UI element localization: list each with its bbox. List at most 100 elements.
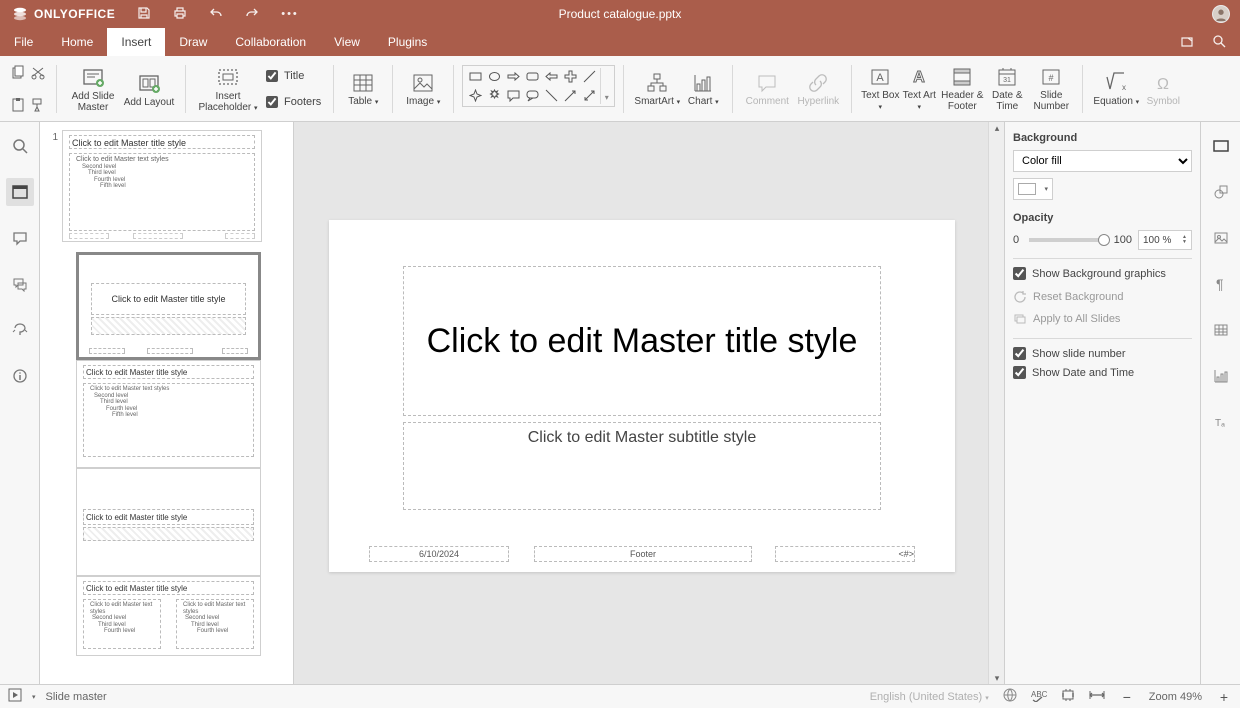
table-settings-icon[interactable]: [1207, 316, 1235, 344]
thumb-master-title: Click to edit Master title style: [69, 135, 255, 149]
main-area: 1 Click to edit Master title style Click…: [0, 122, 1240, 684]
copy-icon[interactable]: [8, 63, 28, 83]
more-icon[interactable]: •••: [281, 8, 299, 20]
master-thumb[interactable]: Click to edit Master title style Click t…: [62, 130, 262, 242]
cut-icon[interactable]: [28, 63, 48, 83]
chart-settings-icon[interactable]: [1207, 362, 1235, 390]
master-subtitle-placeholder[interactable]: Click to edit Master subtitle style: [403, 422, 881, 510]
shape-line-arrow-icon[interactable]: [562, 87, 579, 104]
fit-slide-icon[interactable]: [1061, 688, 1075, 705]
zoom-out-button[interactable]: −: [1119, 689, 1135, 705]
image-button[interactable]: Image ▾: [401, 59, 445, 119]
layout-thumb-3[interactable]: Click to edit Master title style: [76, 468, 261, 576]
menu-plugins[interactable]: Plugins: [374, 28, 441, 56]
title-checkbox[interactable]: Title: [266, 70, 321, 82]
save-icon[interactable]: [137, 6, 151, 23]
slider-knob[interactable]: [1098, 234, 1110, 246]
slidenum-placeholder[interactable]: <#>: [775, 546, 915, 562]
format-painter-icon[interactable]: [28, 95, 48, 115]
footer-placeholder[interactable]: Footer: [534, 546, 752, 562]
play-menu-icon[interactable]: ▾: [32, 693, 36, 701]
scroll-down-icon[interactable]: ▾: [991, 672, 1003, 684]
shape-plus-icon[interactable]: [562, 68, 579, 85]
add-slide-master-button[interactable]: Add Slide Master: [65, 59, 121, 119]
date-time-button[interactable]: 31 Date & Time: [986, 59, 1028, 119]
slide-number-button[interactable]: # Slide Number: [1028, 59, 1074, 119]
master-title-placeholder[interactable]: Click to edit Master title style: [403, 266, 881, 416]
zoom-in-button[interactable]: +: [1216, 689, 1232, 705]
shape-line-icon[interactable]: [581, 68, 598, 85]
shape-callout-round-icon[interactable]: [524, 87, 541, 104]
props-header: Background: [1013, 132, 1192, 144]
language-select[interactable]: English (United States) ▾: [870, 691, 989, 703]
shape-star-burst-icon[interactable]: [486, 87, 503, 104]
menu-view[interactable]: View: [320, 28, 374, 56]
scroll-up-icon[interactable]: ▴: [991, 122, 1003, 134]
text-art-button[interactable]: A Text Art ▾: [900, 59, 938, 119]
opacity-spinner[interactable]: 100 % ▲▼: [1138, 230, 1192, 250]
header-footer-button[interactable]: Header & Footer: [938, 59, 986, 119]
opacity-slider[interactable]: [1029, 238, 1104, 242]
menu-insert[interactable]: Insert: [107, 28, 165, 56]
slide-canvas[interactable]: Click to edit Master title style Click t…: [329, 220, 955, 572]
shape-ellipse-icon[interactable]: [486, 68, 503, 85]
slide-thumbnails-panel[interactable]: 1 Click to edit Master title style Click…: [40, 122, 294, 684]
date-placeholder[interactable]: 6/10/2024: [369, 546, 509, 562]
equation-button[interactable]: x Equation ▾: [1091, 59, 1141, 119]
find-icon[interactable]: [6, 132, 34, 160]
comments-icon[interactable]: [6, 224, 34, 252]
shape-line2-icon[interactable]: [543, 87, 560, 104]
zoom-label[interactable]: Zoom 49%: [1149, 691, 1202, 703]
show-date-time-checkbox[interactable]: Show Date and Time: [1013, 366, 1192, 379]
shape-line-double-arrow-icon[interactable]: [581, 87, 598, 104]
spellcheck-icon[interactable]: ABC: [1031, 688, 1047, 705]
footers-checkbox[interactable]: Footers: [266, 96, 321, 108]
shape-star4-icon[interactable]: [467, 87, 484, 104]
layout-thumb-1[interactable]: Click to edit Master title style: [76, 252, 261, 360]
shape-arrow-left-icon[interactable]: [543, 68, 560, 85]
show-bg-graphics-checkbox[interactable]: Show Background graphics: [1013, 267, 1192, 280]
table-button[interactable]: Table ▾: [342, 59, 384, 119]
fill-color-button[interactable]: ▾: [1013, 178, 1053, 200]
menu-draw[interactable]: Draw: [165, 28, 221, 56]
shapes-expand-icon[interactable]: ▾: [600, 68, 612, 104]
play-button[interactable]: [8, 688, 22, 705]
image-settings-icon[interactable]: [1207, 224, 1235, 252]
add-layout-button[interactable]: Add Layout: [121, 59, 177, 119]
shape-roundrect-icon[interactable]: [524, 68, 541, 85]
smartart-button[interactable]: SmartArt ▾: [632, 59, 682, 119]
about-icon[interactable]: [6, 362, 34, 390]
undo-icon[interactable]: [209, 6, 223, 23]
paste-icon[interactable]: [8, 95, 28, 115]
fill-type-select[interactable]: Color fill: [1013, 150, 1192, 172]
chart-button[interactable]: Chart ▾: [682, 59, 724, 119]
show-slide-number-checkbox[interactable]: Show slide number: [1013, 347, 1192, 360]
chat-icon[interactable]: [6, 270, 34, 298]
redo-icon[interactable]: [245, 6, 259, 23]
vertical-scrollbar[interactable]: ▴ ▾: [988, 122, 1004, 684]
print-icon[interactable]: [173, 6, 187, 23]
feedback-icon[interactable]: [6, 316, 34, 344]
shape-callout-icon[interactable]: [505, 87, 522, 104]
paragraph-settings-icon[interactable]: ¶: [1207, 270, 1235, 298]
shapes-gallery[interactable]: ▾: [462, 59, 615, 119]
textart-settings-icon[interactable]: Tₐ: [1207, 408, 1235, 436]
menu-file[interactable]: File: [0, 28, 47, 56]
slides-panel-icon[interactable]: [6, 178, 34, 206]
shape-rect-icon[interactable]: [467, 68, 484, 85]
shape-settings-icon[interactable]: [1207, 178, 1235, 206]
editor-canvas-area[interactable]: Click to edit Master title style Click t…: [294, 122, 1004, 684]
layout-thumb-4[interactable]: Click to edit Master title style Click t…: [76, 576, 261, 656]
menu-collaboration[interactable]: Collaboration: [221, 28, 320, 56]
menu-home[interactable]: Home: [47, 28, 107, 56]
open-location-icon[interactable]: [1180, 34, 1194, 51]
fit-width-icon[interactable]: [1089, 688, 1105, 705]
slide-settings-icon[interactable]: [1207, 132, 1235, 160]
text-box-button[interactable]: A Text Box ▾: [860, 59, 900, 119]
insert-placeholder-button[interactable]: Insert Placeholder ▾: [194, 59, 262, 119]
spellcheck-lang-icon[interactable]: [1003, 688, 1017, 705]
search-icon[interactable]: [1212, 34, 1226, 51]
user-avatar[interactable]: [1212, 5, 1230, 23]
shape-arrow-right-icon[interactable]: [505, 68, 522, 85]
layout-thumb-2[interactable]: Click to edit Master title style Click t…: [76, 360, 261, 468]
